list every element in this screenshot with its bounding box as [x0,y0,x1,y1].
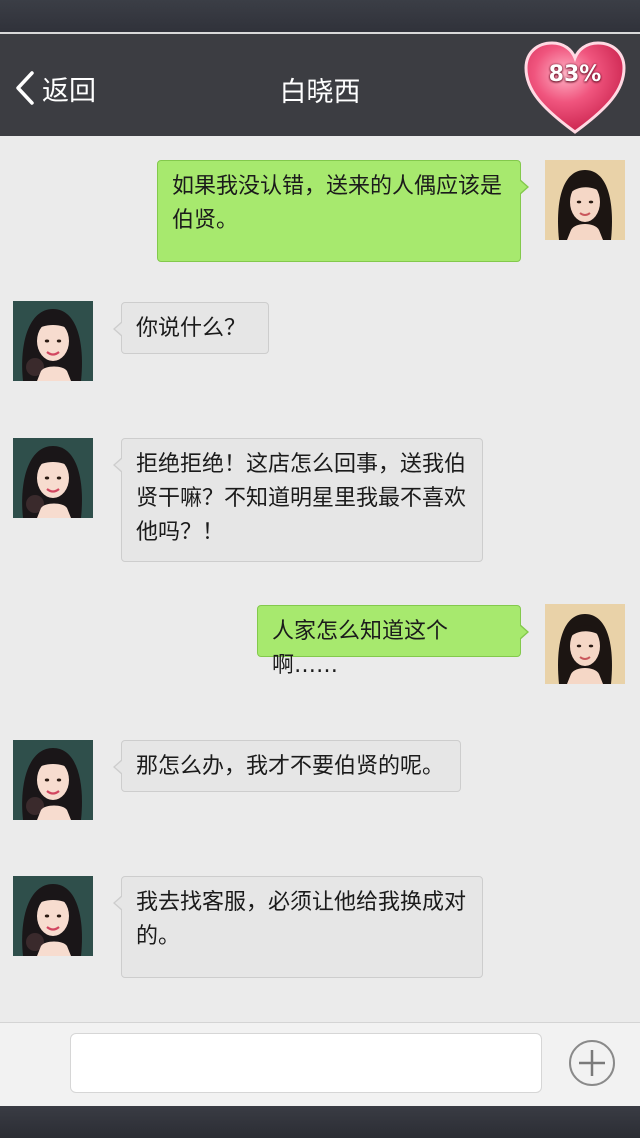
message-bubble-incoming[interactable]: 你说什么？ [113,302,269,354]
my-avatar[interactable] [545,604,625,684]
message-text: 人家怎么知道这个啊…… [272,619,449,678]
add-button[interactable] [568,1039,616,1087]
message-text: 我去找客服，必须让他给我换成对的。 [136,890,467,949]
message-list[interactable]: 如果我没认错，送来的人偶应该是伯贤。 你说什么？ 拒绝拒绝！这店怎么回事，送我伯… [0,136,640,1022]
top-status-strip [0,0,640,32]
message-bubble-outgoing[interactable]: 如果我没认错，送来的人偶应该是伯贤。 [157,160,529,262]
message-bubble-incoming[interactable]: 我去找客服，必须让他给我换成对的。 [113,876,483,978]
bottom-strip [0,1106,640,1138]
message-text: 你说什么？ [136,316,247,341]
message-text: 如果我没认错，送来的人偶应该是伯贤。 [172,174,503,233]
affection-meter: 83% [522,40,628,136]
contact-avatar[interactable] [13,301,93,381]
input-bar [0,1022,640,1107]
message-text: 拒绝拒绝！这店怎么回事，送我伯贤干嘛？不知道明星里我最不喜欢他吗？！ [136,452,467,545]
chat-header: 返回 白晓西 83% [0,32,640,136]
message-bubble-outgoing[interactable]: 人家怎么知道这个啊…… [257,605,529,678]
plus-circle-icon [569,1040,615,1086]
message-text: 那怎么办，我才不要伯贤的呢。 [136,754,445,779]
message-bubble-incoming[interactable]: 拒绝拒绝！这店怎么回事，送我伯贤干嘛？不知道明星里我最不喜欢他吗？！ [113,438,483,562]
contact-avatar[interactable] [13,740,93,820]
heart-icon [524,41,626,134]
my-avatar[interactable] [545,160,625,240]
contact-avatar[interactable] [13,438,93,518]
affection-value: 83% [548,62,602,87]
contact-avatar[interactable] [13,876,93,956]
message-input[interactable] [70,1033,542,1093]
message-bubble-incoming[interactable]: 那怎么办，我才不要伯贤的呢。 [113,740,461,792]
